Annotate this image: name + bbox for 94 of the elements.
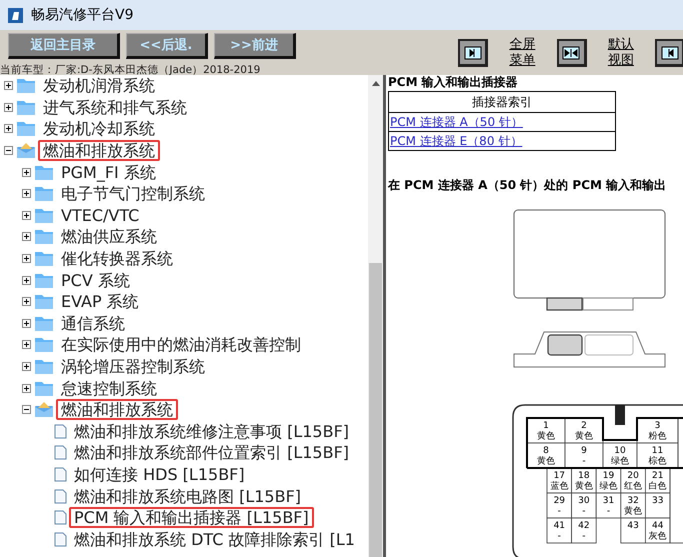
expand-toggle[interactable] <box>22 297 31 306</box>
tree-item[interactable]: 燃油和排放系统 DTC 故障排除索引 [L1 <box>69 528 360 550</box>
pin-label: 17 蓝色 <box>550 471 568 492</box>
folder-icon <box>16 120 36 138</box>
pin-label: 10 绿色 <box>611 446 629 466</box>
expand-toggle[interactable] <box>22 362 31 372</box>
document-heading: PCM 输入和输出插接器 <box>388 75 519 89</box>
tree-item[interactable]: 电子节气门控制系统 <box>56 183 210 204</box>
pin-label: 8 黄色 <box>537 446 555 466</box>
expand-toggle[interactable] <box>22 254 31 264</box>
folder-icon <box>34 228 54 246</box>
tree-item[interactable]: 怠速控制系统 <box>56 378 162 399</box>
pin-label: 42 - <box>578 521 590 542</box>
pin-label: 11 棕色 <box>648 446 666 466</box>
pin-label: 21 白色 <box>648 471 667 492</box>
folder-icon <box>34 272 54 289</box>
tree-item[interactable]: VTEC/VTC <box>56 204 144 226</box>
expand-toggle[interactable] <box>22 189 31 198</box>
pin-label: 29 - <box>554 496 566 516</box>
tree-item[interactable]: 在实际使用中的燃油消耗改善控制 <box>56 334 306 356</box>
folder-icon <box>34 380 54 397</box>
arrow-right-icon[interactable] <box>458 39 488 67</box>
window-title: 畅易汽修平台V9 <box>31 6 134 24</box>
pin-label: 3 粉色 <box>648 421 666 442</box>
document-icon <box>54 510 67 526</box>
pin-label: 33 <box>652 496 664 506</box>
tree-item[interactable]: EVAP 系统 <box>56 291 144 312</box>
tree-item[interactable]: 如何连接 HDS [L15BF] <box>69 464 250 485</box>
document-icon <box>54 424 67 439</box>
pin-label: 43 <box>627 521 639 531</box>
tree-item[interactable]: 燃油和排放系统维修注意事项 [L15BF] <box>69 420 354 442</box>
folder-icon <box>16 98 36 116</box>
expand-toggle[interactable] <box>4 102 13 112</box>
table-header: 插接器索引 <box>388 92 616 112</box>
pin-label: 41 - <box>554 521 566 542</box>
folder-icon <box>34 336 54 354</box>
tree-item[interactable]: 通信系统 <box>56 312 130 334</box>
folder-icon <box>34 164 54 181</box>
tree-item[interactable]: 燃油和排放系统部件位置索引 [L15BF] <box>69 442 354 464</box>
expand-toggle[interactable] <box>22 384 31 393</box>
document-icon <box>54 488 67 504</box>
folder-icon <box>34 293 54 310</box>
fullscreen-menu-link[interactable]: 全屏菜单 <box>508 37 537 69</box>
scroll-up-icon[interactable] <box>372 80 380 86</box>
pin-label: 2 黄色 <box>575 421 593 442</box>
expand-toggle[interactable] <box>22 340 31 350</box>
arrows-inward-icon[interactable] <box>556 39 587 67</box>
tree-item[interactable]: 燃油和排放系统电路图 [L15BF] <box>69 486 306 507</box>
open-folder-icon <box>34 401 54 418</box>
tree-item[interactable]: 发动机冷却系统 <box>38 118 160 140</box>
tree-item[interactable]: PCM 输入和输出插接器 [L15BF] <box>69 507 314 528</box>
expand-toggle[interactable] <box>22 232 31 242</box>
expand-toggle[interactable] <box>4 81 13 90</box>
scrollbar-thumb[interactable] <box>369 263 382 557</box>
current-vehicle-text: 当前车型：厂家:D-东风本田杰德（Jade）2018-2019 <box>0 65 262 75</box>
tree-item[interactable]: 发动机润滑系统 <box>38 75 160 96</box>
tree-item[interactable]: 涡轮增压器控制系统 <box>56 356 210 378</box>
folder-icon <box>34 250 54 268</box>
expand-toggle[interactable] <box>22 210 31 220</box>
pin-label: 32 黄色 <box>624 496 642 516</box>
tree-item[interactable]: 燃油和排放系统 <box>56 399 178 420</box>
collapse-toggle[interactable] <box>22 405 31 414</box>
pin-label: 30 - <box>578 496 590 516</box>
pin-label: 1 黄色 <box>537 421 555 442</box>
tree-item[interactable]: 进气系统和排气系统 <box>38 96 192 118</box>
document-icon <box>54 466 67 482</box>
pin-label: 9 - <box>581 446 587 466</box>
arrow-left-icon[interactable] <box>655 39 683 67</box>
expand-toggle[interactable] <box>22 318 31 328</box>
pin-label: 18 黄色 <box>574 471 593 492</box>
expand-toggle[interactable] <box>4 124 13 134</box>
collapse-toggle[interactable] <box>4 146 13 156</box>
folder-icon <box>34 314 54 332</box>
tree-item[interactable]: 燃油和排放系统 <box>38 140 160 162</box>
document-icon <box>54 532 67 547</box>
tree-item[interactable]: 催化转换器系统 <box>56 248 178 270</box>
pin-label: 44 灰色 <box>648 521 667 542</box>
tree-item[interactable]: PGM_FI 系统 <box>56 162 161 183</box>
folder-icon <box>16 77 36 94</box>
open-folder-icon <box>16 142 36 160</box>
document-icon <box>54 445 67 460</box>
folder-icon <box>34 358 54 376</box>
tree-item[interactable]: 燃油供应系统 <box>56 226 162 248</box>
pin-label: 19 绿色 <box>600 471 618 492</box>
pin-label: 31 - <box>602 496 614 516</box>
tree-item[interactable]: PCV 系统 <box>56 270 135 291</box>
expand-toggle[interactable] <box>22 276 31 285</box>
folder-icon <box>34 206 54 224</box>
app-logo-icon <box>8 8 23 22</box>
folder-icon <box>34 185 54 202</box>
default-view-link[interactable]: 默认视图 <box>606 37 636 69</box>
expand-toggle[interactable] <box>22 168 31 177</box>
pin-label: 20 红色 <box>624 471 642 492</box>
section-title: 在 PCM 连接器 A（50 针）处的 PCM 输入和输出 <box>388 177 668 194</box>
